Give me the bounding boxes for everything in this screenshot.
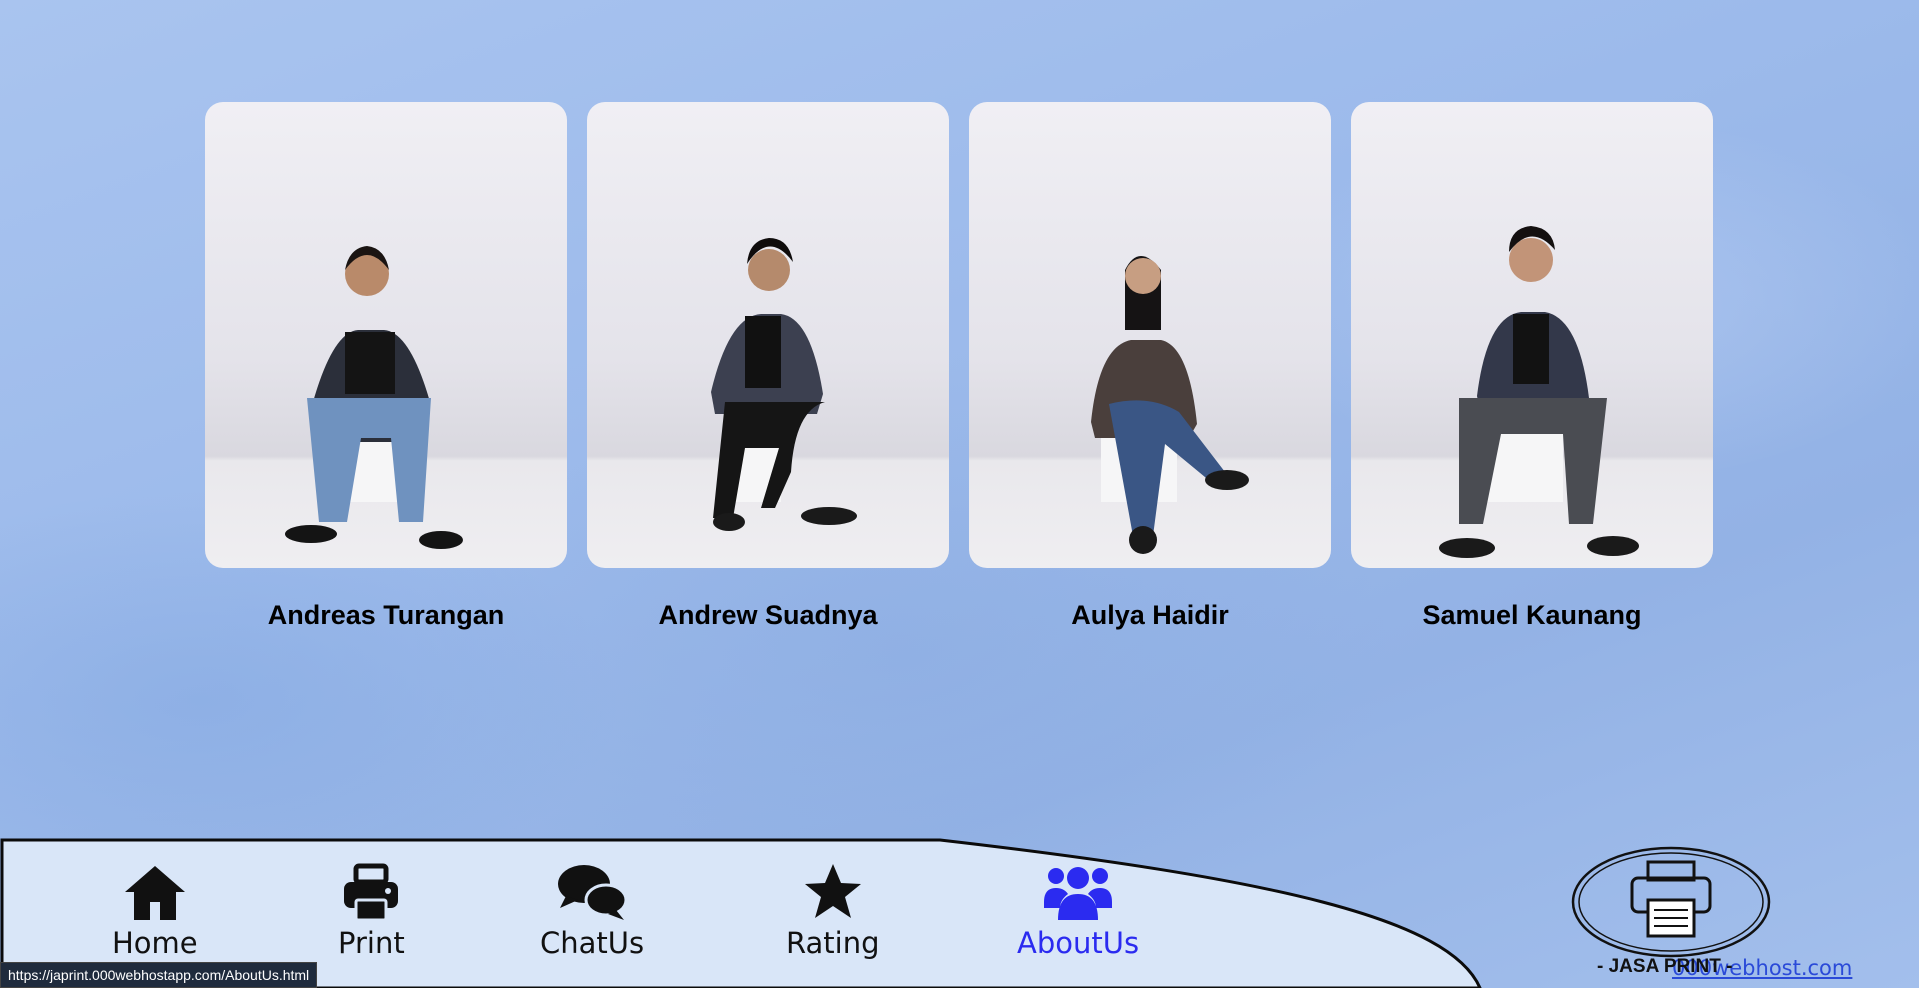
member-name: Andrew Suadnya [658,600,878,630]
nav-chatus[interactable]: ChatUs [540,862,644,960]
nav-aboutus[interactable]: AboutUs [1017,862,1139,960]
team-member: Aulya Haidir [969,102,1331,631]
home-icon [124,866,185,920]
printer-icon [344,863,399,922]
nav-home[interactable]: Home [112,862,198,960]
team-member: Andreas Turangan [205,102,567,631]
member-photo [587,102,949,568]
users-icon [1044,867,1113,920]
nav-rating[interactable]: Rating [786,862,880,960]
team-member: Samuel Kaunang [1351,102,1713,631]
nav-print-label: Print [338,926,405,960]
team-grid: Andreas Turangan Andrew Suadnya Aulya Ha… [205,102,1713,631]
nav-home-label: Home [112,926,198,960]
member-name: Samuel Kaunang [1422,600,1642,630]
nav-aboutus-label: AboutUs [1017,926,1140,960]
team-member: Andrew Suadnya [587,102,949,631]
brand-text: - JASA PRINT - [1597,956,1733,977]
nav-chatus-label: ChatUs [540,926,645,960]
nav-rating-label: Rating [786,926,880,960]
member-photo [969,102,1331,568]
member-name: Aulya Haidir [1071,600,1229,630]
member-name: Andreas Turangan [267,600,505,630]
member-photo [205,102,567,568]
japri-logo [1571,846,1771,958]
status-bar-url: https://japrint.000webhostapp.com/AboutU… [0,962,318,988]
chat-bubbles-icon [558,865,628,920]
nav-print[interactable]: Print [338,862,405,960]
star-icon [804,864,861,918]
member-photo [1351,102,1713,568]
